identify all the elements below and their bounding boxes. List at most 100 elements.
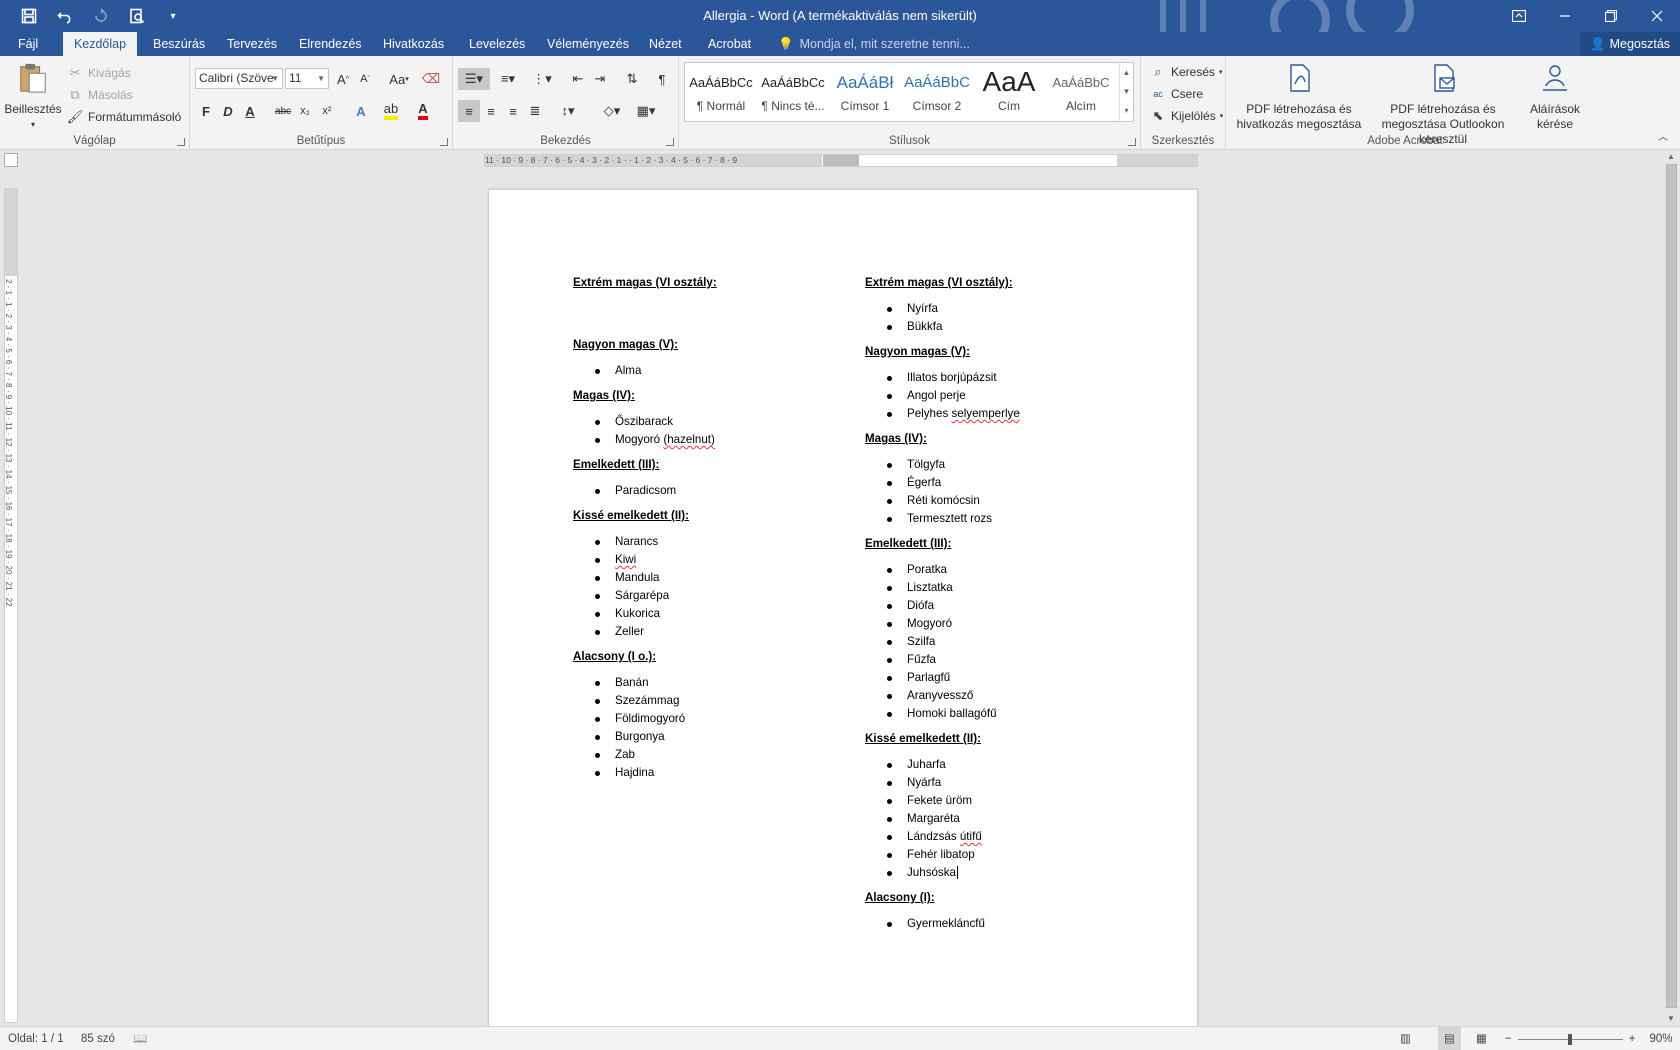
ribbon-display-options-icon[interactable]	[1496, 0, 1542, 32]
minimize-icon[interactable]	[1542, 0, 1588, 32]
strikethrough-button[interactable]: abc	[272, 100, 294, 122]
font-color-icon[interactable]: A	[412, 100, 434, 122]
style-title[interactable]: AaA Cím	[973, 63, 1045, 121]
zoom-level[interactable]: 90%	[1649, 1033, 1672, 1045]
tab-acrobat[interactable]: Acrobat	[698, 32, 761, 56]
select-button[interactable]: ⬉ Kijelölés ▾	[1149, 107, 1224, 125]
zoom-in-icon[interactable]: +	[1629, 1033, 1636, 1045]
scroll-thumb[interactable]	[1666, 164, 1677, 1008]
borders-icon[interactable]: ▦▾	[631, 100, 661, 122]
paste-button[interactable]: Beillesztés ▾	[4, 62, 62, 132]
change-case-button[interactable]: Aa ▾	[384, 68, 414, 90]
style-preview: AaA	[982, 66, 1036, 97]
bold-button[interactable]: F	[195, 100, 217, 122]
decrease-indent-icon[interactable]: ⇤	[567, 68, 589, 90]
sort-icon[interactable]: ⇅	[621, 68, 643, 90]
read-mode-icon[interactable]: ▥	[1400, 1027, 1411, 1050]
replace-button[interactable]: ac Csere	[1149, 85, 1203, 103]
tab-view[interactable]: Nézet	[639, 32, 692, 56]
style-normal[interactable]: AaÁáBbCc ¶ Normál	[685, 63, 757, 121]
tab-layout[interactable]: Elrendezés	[289, 32, 372, 56]
tab-mailings[interactable]: Levelezés	[459, 32, 535, 56]
redo-icon[interactable]	[86, 4, 116, 28]
print-preview-icon[interactable]	[122, 4, 152, 28]
request-signatures-button[interactable]: Aláírások kérése	[1528, 62, 1582, 132]
zoom-slider-thumb[interactable]	[1567, 1033, 1572, 1045]
copy-button[interactable]: ⧉ Másolás	[66, 86, 132, 104]
subscript-button[interactable]: x₂	[294, 100, 316, 122]
more-styles-icon[interactable]: ▾	[1120, 101, 1133, 120]
styles-scroll[interactable]: ▲ ▼ ▾	[1119, 63, 1133, 121]
font-size-combo[interactable]: 11 ▼	[285, 68, 329, 89]
text-effects-icon[interactable]: A	[350, 100, 372, 122]
font-name-combo[interactable]: Calibri (Szöve ▼	[195, 68, 283, 89]
align-center-icon[interactable]: ≡	[480, 100, 502, 122]
tab-selector[interactable]	[4, 153, 18, 167]
customize-toolbar-icon[interactable]: ▾	[158, 4, 188, 28]
grow-font-icon[interactable]: A ^	[332, 68, 354, 90]
align-left-icon[interactable]: ≡	[458, 100, 480, 122]
line-spacing-icon[interactable]: ↕▾	[553, 100, 583, 122]
increase-indent-icon[interactable]: ⇥	[589, 68, 611, 90]
create-pdf-share-link-button[interactable]: PDF létrehozása és hivatkozás megosztása	[1234, 62, 1364, 132]
justify-icon[interactable]: ≣	[524, 100, 546, 122]
italic-button[interactable]: D	[217, 100, 239, 122]
superscript-button[interactable]: x²	[316, 100, 338, 122]
collapse-ribbon-icon[interactable]: ︿	[1658, 128, 1668, 143]
styles-launcher-icon[interactable]	[1128, 138, 1136, 146]
clear-formatting-icon[interactable]: ⌫	[420, 68, 442, 90]
replace-icon: ac	[1153, 89, 1163, 99]
cut-button[interactable]: ✂ Kivágás	[66, 64, 131, 82]
tab-home[interactable]: Kezdőlap	[63, 32, 137, 56]
save-icon[interactable]	[14, 4, 44, 28]
find-button[interactable]: ⌕ Keresés ▾	[1149, 63, 1222, 81]
horizontal-ruler[interactable]: 11 · 10 · 9 · 8 · 7 · 6 · 5 · 4 · 3 · 2 …	[484, 154, 1198, 167]
font-launcher-icon[interactable]	[440, 138, 448, 146]
tab-references[interactable]: Hivatkozás	[373, 32, 454, 56]
page-count[interactable]: Oldal: 1 / 1	[8, 1027, 64, 1050]
highlight-color-icon[interactable]: ab	[380, 100, 402, 122]
list-item: Tölgyfa	[865, 456, 1155, 474]
share-button[interactable]: 👤 Megosztás	[1580, 32, 1680, 56]
tab-file[interactable]: Fájl	[8, 32, 48, 56]
document-page[interactable]: Extrém magas (VI osztály: Nagyon magas (…	[488, 189, 1198, 1029]
vertical-ruler[interactable]: 2 · 1 · 1 · 2 · 3 · 4 · 5 · 6 · 7 · 8 · …	[4, 188, 18, 1023]
print-layout-icon[interactable]: ▤	[1438, 1027, 1461, 1050]
style-subtitle[interactable]: AaÁáBbC Alcím	[1045, 63, 1117, 121]
zoom-out-icon[interactable]: −	[1505, 1033, 1512, 1045]
paragraph-launcher-icon[interactable]	[666, 138, 674, 146]
style-no-spacing[interactable]: AaÁáBbCc ¶ Nincs té...	[757, 63, 829, 121]
list-item: Mogyoró	[865, 615, 1155, 633]
chevron-up-icon[interactable]: ▲	[1120, 63, 1133, 82]
clipboard-launcher-icon[interactable]	[177, 138, 185, 146]
bullets-icon[interactable]: ☰▾	[458, 68, 490, 90]
tell-me-search[interactable]: 💡 Mondja el, mit szeretne tenni...	[778, 32, 970, 56]
scroll-down-icon[interactable]: ▼	[1662, 1012, 1680, 1026]
zoom-slider[interactable]	[1517, 1033, 1623, 1045]
scroll-up-icon[interactable]: ▲	[1662, 150, 1680, 164]
close-icon[interactable]	[1634, 0, 1680, 32]
tab-design[interactable]: Tervezés	[217, 32, 287, 56]
format-painter-button[interactable]: 🖌 Formátummásoló	[66, 108, 182, 126]
align-right-icon[interactable]: ≡	[502, 100, 524, 122]
shrink-font-icon[interactable]: Aˇ	[354, 68, 376, 90]
restore-icon[interactable]	[1588, 0, 1634, 32]
tab-insert[interactable]: Beszúrás	[143, 32, 215, 56]
proofing-icon[interactable]: 📖	[133, 1027, 147, 1050]
chevron-down-icon[interactable]: ▼	[1120, 82, 1133, 101]
style-heading-1[interactable]: AaÁáBł Címsor 1	[829, 63, 901, 121]
shading-icon[interactable]: ◇▾	[597, 100, 627, 122]
vertical-scrollbar[interactable]: ▲ ▼	[1662, 150, 1680, 1026]
list-low: Gyermekláncfű	[865, 915, 1155, 933]
undo-icon[interactable]	[50, 4, 80, 28]
column-right: Extrém magas (VI osztály): Nyírfa Bükkfa…	[865, 274, 1155, 940]
web-layout-icon[interactable]: ▦	[1476, 1027, 1487, 1050]
underline-button[interactable]: A	[239, 100, 261, 122]
style-heading-2[interactable]: AaÁáBbC Címsor 2	[901, 63, 973, 121]
list-very-high: Alma	[573, 362, 833, 380]
tab-review[interactable]: Véleményezés	[537, 32, 639, 56]
numbering-icon[interactable]: ≡▾	[493, 68, 523, 90]
word-count[interactable]: 85 szó	[81, 1027, 115, 1050]
multilevel-list-icon[interactable]: ⋮▾	[527, 68, 557, 90]
show-formatting-icon[interactable]: ¶	[651, 68, 673, 90]
